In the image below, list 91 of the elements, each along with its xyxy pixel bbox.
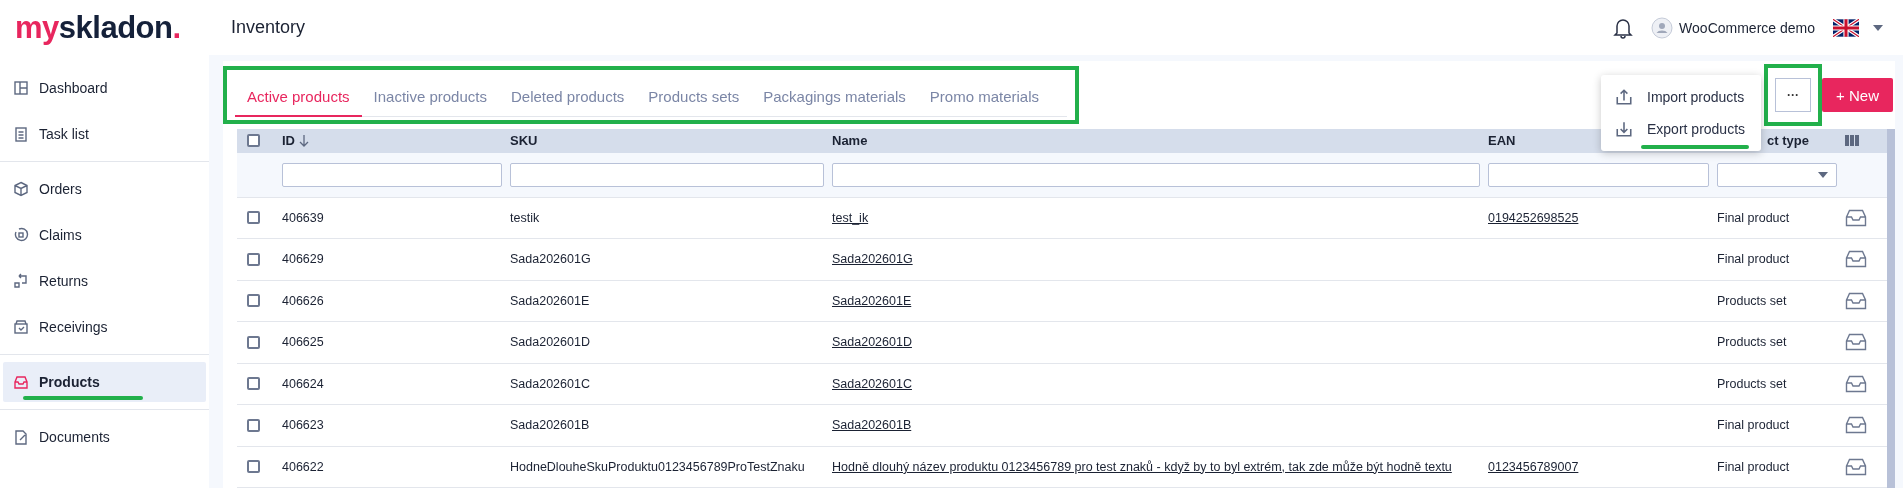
upload-icon [1615, 88, 1633, 106]
column-header[interactable]: Name [832, 133, 868, 149]
clipboard-icon [13, 126, 29, 142]
tab[interactable]: Promo materials [917, 82, 1051, 117]
edit-document-icon [13, 429, 29, 445]
inbox-icon[interactable] [1845, 416, 1867, 435]
checkbox[interactable] [247, 418, 260, 432]
nav-item[interactable]: Claims [3, 215, 206, 255]
table-cell-text: Products set [1717, 293, 1788, 308]
table-cell-text: Final product [1717, 459, 1791, 474]
cube-icon [13, 181, 29, 197]
flag-icon[interactable] [1833, 18, 1859, 37]
table-cell-text: Sada202601C [510, 376, 591, 391]
table-cell-text: 406629 [282, 252, 325, 267]
checkbox[interactable] [247, 460, 260, 474]
inbox-icon[interactable] [1845, 208, 1867, 227]
nav-item[interactable]: Returns [3, 261, 206, 301]
inbox-icon[interactable] [1845, 374, 1867, 393]
table-cell-text: HodneDlouheSkuProduktu0123456789ProTestZnaku [510, 459, 806, 474]
table-cell-text: Final product [1717, 252, 1791, 267]
caret-icon [1818, 171, 1828, 178]
column-header[interactable]: ct type [1767, 133, 1809, 149]
tray-check-icon [13, 319, 29, 335]
arrows-icon [13, 273, 29, 289]
menu-item[interactable]: Import products [1601, 81, 1761, 113]
nav-item[interactable]: Task list [3, 114, 206, 154]
filter-field[interactable] [832, 162, 1480, 187]
filter-field[interactable] [1488, 162, 1709, 187]
checkbox[interactable] [247, 335, 260, 349]
product-link[interactable]: Hodně dlouhý název produktu 0123456789 pro test znaků - když by to byl extrém, tak zde může být hodně textu [832, 459, 1452, 474]
checkbox[interactable] [247, 252, 260, 266]
checkbox[interactable] [247, 294, 260, 308]
nav-item[interactable]: Dashboard [3, 68, 206, 108]
bell-icon[interactable] [1613, 16, 1634, 39]
product-link[interactable]: test_ik [832, 210, 869, 225]
table-cell-text: Sada202601D [510, 335, 591, 350]
table-cell-text: Final product [1717, 418, 1791, 433]
inbox-icon[interactable] [1845, 333, 1867, 352]
product-link[interactable]: Sada202601D [832, 335, 912, 350]
product-link[interactable]: Sada202601C [832, 376, 912, 391]
table-cell-text: testik [510, 210, 541, 225]
table-cell-text: Products set [1717, 376, 1788, 391]
avatar-icon[interactable] [1651, 16, 1674, 39]
inbox-icon[interactable] [1845, 291, 1867, 310]
table-cell-text: Sada202601E [510, 293, 591, 308]
nav-item[interactable]: Receivings [3, 307, 206, 347]
table-cell-text: 406624 [282, 376, 325, 391]
tab[interactable]: Active products [235, 82, 362, 117]
tab[interactable]: Packagings materials [751, 82, 918, 117]
table-cell-text: Products set [1717, 335, 1788, 350]
product-link[interactable]: Sada202601G [832, 252, 913, 267]
user-name[interactable]: WooCommerce demo [1679, 19, 1815, 36]
checkbox[interactable] [247, 377, 260, 391]
new-button[interactable]: + New [1822, 78, 1893, 112]
column-header[interactable]: EAN [1488, 133, 1516, 149]
table-cell-text: 406639 [282, 210, 325, 225]
refresh-icon [13, 227, 29, 243]
tab[interactable]: Products sets [636, 82, 752, 117]
column-header[interactable]: SKU [510, 133, 538, 149]
nav-item[interactable]: Products [3, 362, 206, 402]
caret-icon[interactable] [1873, 24, 1883, 31]
inbox-icon [13, 374, 29, 390]
table-cell-text: 406622 [282, 459, 325, 474]
download-icon [1615, 120, 1633, 138]
nav-item[interactable]: Orders [3, 169, 206, 209]
inbox-icon[interactable] [1845, 250, 1867, 269]
product-link[interactable]: Sada202601B [832, 418, 912, 433]
more-button[interactable]: ··· [1775, 78, 1812, 112]
ean-link[interactable]: 0123456789007 [1488, 459, 1579, 474]
table-cell-text: Sada202601G [510, 252, 592, 267]
checkbox[interactable] [247, 211, 260, 225]
table-cell-text: 406623 [282, 418, 325, 433]
filter-field[interactable] [510, 162, 824, 187]
logo[interactable]: myskladon. [15, 9, 231, 46]
column-header[interactable]: ID [282, 133, 295, 149]
filter-field[interactable] [282, 162, 502, 187]
layout-icon [13, 80, 29, 96]
table-cell-text: 406625 [282, 335, 325, 350]
columns-icon[interactable] [1845, 135, 1859, 147]
inbox-icon[interactable] [1845, 457, 1867, 476]
checkbox[interactable] [247, 134, 260, 148]
table-cell-text: 406626 [282, 293, 325, 308]
nav-item[interactable]: Documents [3, 417, 206, 457]
table-cell-text: Sada202601B [510, 418, 591, 433]
page-title: Inventory [231, 17, 307, 38]
menu-item[interactable]: Export products [1601, 113, 1761, 145]
table-cell-text: Final product [1717, 210, 1791, 225]
ean-link[interactable]: 0194252698525 [1488, 210, 1579, 225]
tab[interactable]: Inactive products [361, 82, 499, 117]
tab[interactable]: Deleted products [498, 82, 637, 117]
product-link[interactable]: Sada202601E [832, 293, 912, 308]
